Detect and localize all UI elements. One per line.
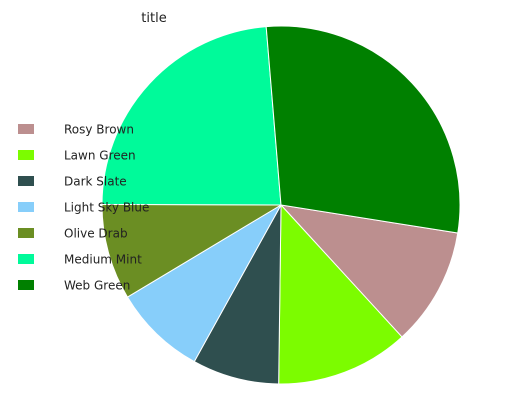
legend-swatch (18, 280, 34, 290)
legend-label: Medium Mint (64, 253, 142, 267)
legend-item: Light Sky Blue (18, 201, 149, 215)
legend-item: Olive Drab (18, 227, 128, 241)
legend-swatch (18, 150, 34, 160)
chart-title: title (141, 11, 166, 26)
legend-label: Light Sky Blue (64, 201, 149, 215)
legend-label: Rosy Brown (64, 123, 134, 137)
pie-slice-web-green (265, 25, 461, 234)
legend-label: Dark Slate (64, 175, 127, 189)
legend-label: Lawn Green (64, 149, 136, 163)
legend-swatch (18, 254, 34, 264)
legend-swatch (18, 124, 34, 134)
pie-slice-medium-mint (101, 26, 282, 206)
legend-item: Dark Slate (18, 175, 127, 189)
legend-label: Olive Drab (64, 227, 128, 241)
pie-chart: title Rosy Brown Lawn Green Dark Slate Ligh… (18, 11, 461, 385)
legend-item: Web Green (18, 279, 130, 293)
legend-item: Lawn Green (18, 149, 136, 163)
legend-swatch (18, 228, 34, 238)
legend-label: Web Green (64, 279, 130, 293)
pie-slices (101, 25, 461, 385)
legend-item: Rosy Brown (18, 123, 134, 137)
legend-swatch (18, 202, 34, 212)
legend-item: Medium Mint (18, 253, 142, 267)
legend-swatch (18, 176, 34, 186)
